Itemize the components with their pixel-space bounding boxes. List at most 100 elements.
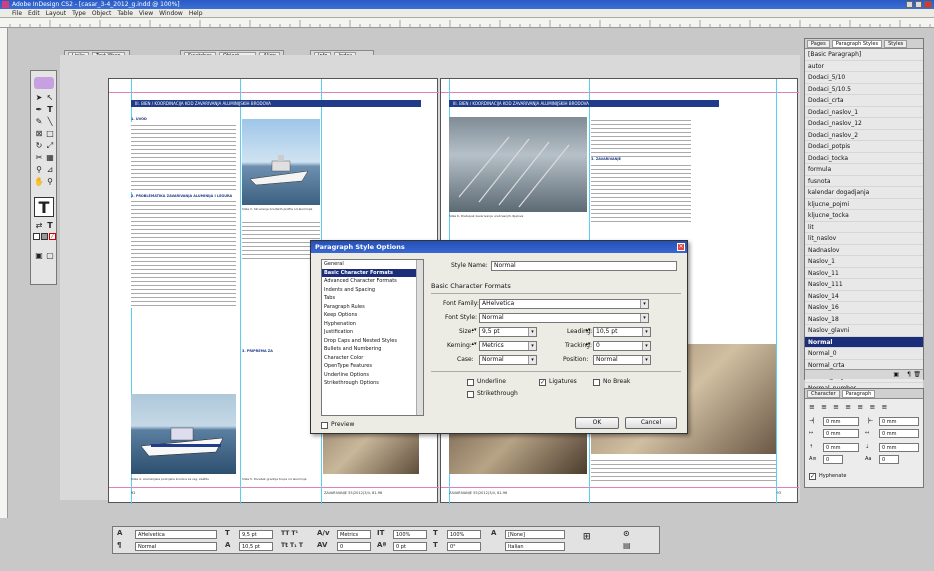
style-list-item[interactable]: Naslov_14 <box>805 290 923 302</box>
menu-help[interactable]: Help <box>189 9 203 17</box>
hyphenate-checkbox[interactable]: ✓ <box>809 473 816 480</box>
rectangle-frame-tool-icon[interactable]: ⊠ <box>34 129 44 139</box>
style-list-item[interactable]: fusnota <box>805 175 923 187</box>
minimize-button[interactable] <box>906 1 913 8</box>
scale-tool-icon[interactable]: ⤢ <box>45 141 55 151</box>
style-list-item[interactable]: kljucne_pojmi <box>805 198 923 210</box>
style-list-item[interactable]: Dodaci_naslov_1 <box>805 106 923 118</box>
category-list-item[interactable]: Bullets and Numbering <box>322 345 423 354</box>
hand-tool-icon[interactable]: ✋ <box>34 177 44 187</box>
apply-gradient-icon[interactable] <box>41 233 48 240</box>
menu-layout[interactable]: Layout <box>46 9 66 17</box>
line-tool-icon[interactable]: ╲ <box>45 117 55 127</box>
maximize-button[interactable] <box>915 1 922 8</box>
last-line-indent-field[interactable]: 0 mm <box>879 429 919 438</box>
category-list-item[interactable]: Character Color <box>322 354 423 363</box>
leading-select[interactable]: ▴▾ 10,5 pt ▾ <box>585 327 651 337</box>
swap-fill-stroke-icon[interactable]: ⇄ <box>34 221 44 231</box>
space-after-field[interactable]: 0 mm <box>879 443 919 452</box>
style-list-item[interactable]: Naslov_11 <box>805 267 923 279</box>
font-family-select[interactable]: AHelvetica ▾ <box>479 299 649 309</box>
style-list-item[interactable]: Nadnaslov <box>805 244 923 256</box>
strikethrough-checkbox[interactable] <box>467 391 474 398</box>
left-indent-field[interactable]: 0 mm <box>823 417 859 426</box>
menu-edit[interactable]: Edit <box>28 9 40 17</box>
font-style-field[interactable]: Normal <box>135 542 217 551</box>
style-list-item[interactable]: Naslov_glavni <box>805 325 923 337</box>
category-list-item[interactable]: Hyphenation <box>322 320 423 329</box>
category-list-item[interactable]: Paragraph Rules <box>322 303 423 312</box>
go-to-bridge-icon[interactable]: ⊙ <box>623 529 630 538</box>
preview-view-icon[interactable]: ▢ <box>45 251 55 261</box>
style-list-item[interactable]: Naslov_111 <box>805 279 923 291</box>
ok-button[interactable]: OK <box>575 417 619 429</box>
style-list-item[interactable]: formula <box>805 164 923 176</box>
style-list-item[interactable]: Naslov_16 <box>805 302 923 314</box>
alignment-buttons[interactable]: ≡ ≡ ≡ ≡ ≡ ≡ ≡ <box>809 403 921 412</box>
new-style-icon[interactable]: ▣ <box>893 371 899 378</box>
kerning-field[interactable]: Metrics <box>337 530 371 539</box>
style-list-item[interactable]: Normal <box>805 336 923 348</box>
gradient-tool-icon[interactable]: ▦ <box>45 153 55 163</box>
tracking-field[interactable]: 0 <box>337 542 371 551</box>
language-field[interactable]: Italian <box>505 542 565 551</box>
category-list-item[interactable]: Justification <box>322 328 423 337</box>
underline-checkbox[interactable] <box>467 379 474 386</box>
control-menu-icon[interactable]: ▤ <box>623 541 631 550</box>
text-column-4[interactable] <box>591 457 776 485</box>
pen-tool-icon[interactable]: ✒ <box>34 105 44 115</box>
close-window-button[interactable] <box>924 1 932 8</box>
selection-tool-icon[interactable]: ➤ <box>34 93 44 103</box>
baseline-shift-field[interactable]: 0 pt <box>393 542 427 551</box>
panel-menu-icon[interactable]: ⊞ <box>583 533 591 542</box>
rotate-tool-icon[interactable]: ↻ <box>34 141 44 151</box>
pencil-tool-icon[interactable]: ✎ <box>34 117 44 127</box>
all-caps-button[interactable]: TT T¹ <box>281 529 298 538</box>
police-boat-photo[interactable] <box>131 394 236 474</box>
font-family-field[interactable]: AHelvetica <box>135 530 217 539</box>
no-break-checkbox[interactable] <box>593 379 600 386</box>
clear-overrides-icon[interactable]: ¶ <box>907 371 911 378</box>
ligatures-checkbox[interactable]: ✓ <box>539 379 546 386</box>
menu-file[interactable]: File <box>12 9 22 17</box>
paragraph-mode-icon[interactable]: ¶ <box>117 541 121 550</box>
zoom-tool-icon[interactable]: ⚲ <box>45 177 55 187</box>
normal-view-icon[interactable]: ▣ <box>34 251 44 261</box>
preview-checkbox[interactable] <box>321 422 328 429</box>
style-name-field[interactable]: Normal <box>491 261 677 271</box>
style-list-item[interactable]: Dodaci_potpis <box>805 141 923 153</box>
style-list-item[interactable]: Naslov_18 <box>805 313 923 325</box>
kerning-stepper-icon[interactable]: ▴▾ <box>470 342 478 350</box>
direct-selection-tool-icon[interactable]: ↖ <box>45 93 55 103</box>
measure-tool-icon[interactable]: ⊿ <box>45 165 55 175</box>
eyedropper-tool-icon[interactable]: ⚲ <box>34 165 44 175</box>
formatting-text-icon[interactable]: T <box>45 221 55 231</box>
underline-button[interactable]: Tt T₁ T <box>281 541 303 550</box>
tab-paragraph[interactable]: Paragraph <box>841 390 876 398</box>
drop-cap-chars-field[interactable]: 0 <box>879 455 899 464</box>
menu-window[interactable]: Window <box>159 9 183 17</box>
font-style-select[interactable]: Normal ▾ <box>479 313 649 323</box>
rectangle-tool-icon[interactable]: □ <box>45 129 55 139</box>
character-style-field[interactable]: [None] <box>505 530 565 539</box>
leading-field[interactable]: 10,5 pt <box>239 542 273 551</box>
style-list-item[interactable]: kalendar dogadjanja <box>805 187 923 199</box>
tab-character[interactable]: Character <box>807 390 840 398</box>
category-list-item[interactable]: Drop Caps and Nested Styles <box>322 337 423 346</box>
cancel-button[interactable]: Cancel <box>625 417 677 429</box>
menu-object[interactable]: Object <box>92 9 112 17</box>
tracking-select[interactable]: ▴▾ 0 ▾ <box>585 341 651 351</box>
category-list-item[interactable]: Strikethrough Options <box>322 379 423 388</box>
fill-stroke-icon[interactable]: T <box>34 197 54 217</box>
boat-photo[interactable] <box>242 119 320 205</box>
space-before-field[interactable]: 0 mm <box>823 443 859 452</box>
tab-styles[interactable]: Styles <box>884 40 908 48</box>
apply-color-icon[interactable] <box>33 233 40 240</box>
delete-style-icon[interactable]: 🗑 <box>913 371 921 378</box>
kerning-select[interactable]: ▴▾ Metrics ▾ <box>471 341 537 351</box>
leading-stepper-icon[interactable]: ▴▾ <box>584 328 592 336</box>
text-column-2[interactable]: 3. PRIPREMA ZA <box>242 219 320 419</box>
text-column-3[interactable]: 3. ZAVARIVANJE <box>591 117 691 247</box>
horizontal-scale-field[interactable]: 100% <box>447 530 481 539</box>
style-list-item[interactable]: Dodaci_crta <box>805 95 923 107</box>
